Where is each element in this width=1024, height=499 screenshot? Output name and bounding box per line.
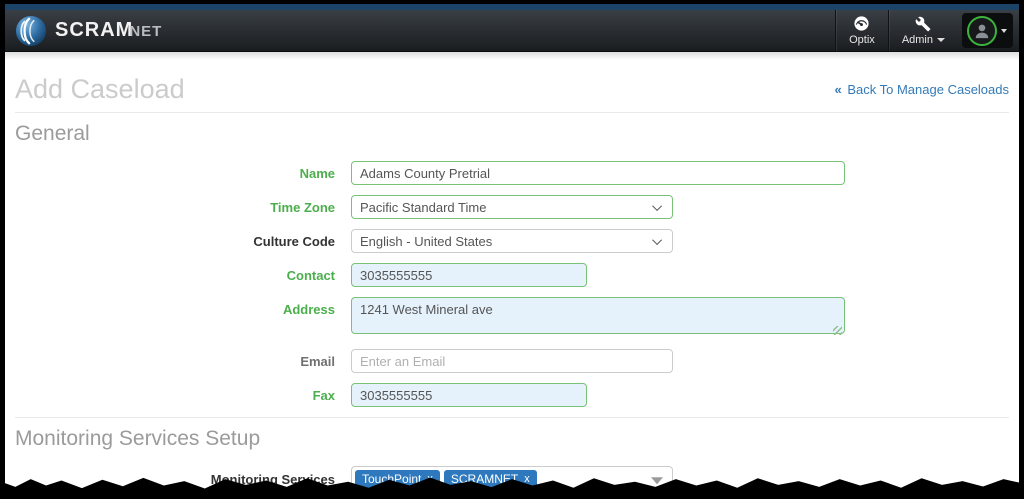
culture-code-select[interactable]: English - United States [351,229,673,253]
name-label: Name [15,166,335,181]
avatar [967,16,997,46]
app-header: SCRAMNET Optix Admin [5,10,1019,52]
nav-item-admin[interactable]: Admin [888,10,958,51]
culture-code-label: Culture Code [15,234,335,249]
email-label: Email [15,354,335,369]
back-to-manage-caseloads-link[interactable]: « Back To Manage Caseloads [835,82,1010,97]
address-label: Address [15,297,335,317]
admin-caret-icon [937,38,945,42]
resize-grip-icon[interactable] [833,326,842,335]
title-divider [15,112,1009,113]
brand-text-net: NET [129,23,162,40]
fax-label: Fax [15,388,335,403]
wrench-icon [915,16,931,32]
email-input[interactable] [351,349,673,373]
timezone-select[interactable]: Pacific Standard Time [351,195,673,219]
culture-code-selected-value: English - United States [360,234,492,249]
chevron-down-icon [652,235,662,245]
user-menu[interactable] [962,13,1013,48]
chevron-down-icon [652,201,662,211]
timezone-selected-value: Pacific Standard Time [360,200,486,215]
scramnet-logo-icon [15,15,47,47]
contact-label: Contact [15,268,335,283]
brand-text-scram: SCRAM [55,19,133,41]
dropdown-caret-icon[interactable] [651,477,663,484]
section-divider [15,417,1009,418]
back-chevrons-icon: « [835,82,842,97]
screenshot-frame: SCRAMNET Optix Admin [0,0,1024,499]
fax-input[interactable] [351,383,587,407]
timezone-label: Time Zone [15,200,335,215]
contact-input[interactable] [351,263,587,287]
monitoring-section-heading: Monitoring Services Setup [15,427,1009,451]
admin-label: Admin [902,34,933,46]
gauge-icon [853,15,870,32]
header-nav: Optix Admin [835,10,1019,51]
app-window: SCRAMNET Optix Admin [5,4,1019,499]
general-section-heading: General [15,122,1009,146]
user-menu-caret-icon [1001,29,1007,33]
name-input[interactable] [351,161,845,185]
optix-label: Optix [849,34,875,46]
page-title: Add Caseload [15,74,185,105]
brand-logo[interactable]: SCRAMNET [5,15,162,47]
header-shadow [5,52,1019,60]
address-textarea[interactable]: 1241 West Mineral ave [351,297,845,334]
person-icon [972,21,992,41]
nav-item-optix[interactable]: Optix [835,10,888,51]
